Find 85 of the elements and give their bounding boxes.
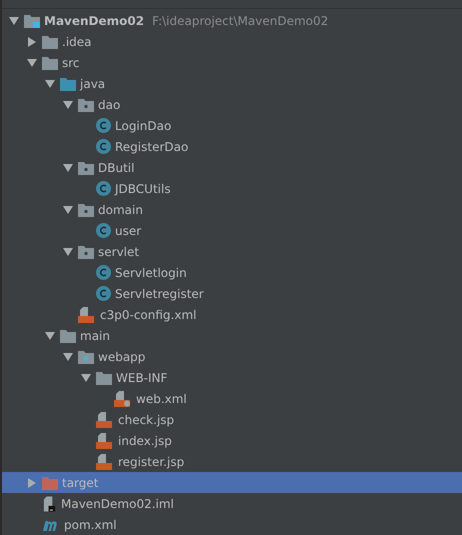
package-icon [78, 160, 94, 174]
tree-item[interactable]: check.jsp [2, 409, 462, 430]
jsp-file-icon [96, 432, 114, 448]
folder-icon [42, 476, 58, 490]
folder-icon [60, 76, 76, 90]
item-label: Servletregister [115, 286, 204, 300]
tree-item[interactable]: user [2, 220, 462, 241]
tree-item[interactable]: c3p0-config.xml [2, 304, 462, 325]
tree-item[interactable]: RegisterDao [2, 136, 462, 157]
expanded-arrow-icon[interactable] [27, 58, 37, 68]
folder-icon [42, 34, 58, 48]
item-label: LoginDao [115, 118, 172, 132]
tree-item[interactable]: pom.xml [2, 514, 462, 535]
folder-icon [78, 350, 94, 364]
item-label: user [115, 224, 142, 238]
jsp-file-icon [96, 454, 114, 470]
item-label: target [62, 476, 98, 490]
class-icon [96, 265, 111, 280]
item-label: Servletlogin [115, 266, 187, 280]
tree-item[interactable]: JDBCUtils [2, 178, 462, 199]
item-label: pom.xml [64, 518, 117, 532]
item-label: check.jsp [118, 412, 174, 426]
item-label: JDBCUtils [115, 182, 171, 196]
item-label: c3p0-config.xml [100, 308, 196, 322]
folder-icon [96, 370, 112, 384]
item-label: WEB-INF [116, 370, 168, 384]
tree-item[interactable]: dao [2, 94, 462, 115]
expanded-arrow-icon[interactable] [63, 352, 73, 362]
class-icon [96, 139, 111, 154]
class-icon [96, 223, 111, 238]
tree-item[interactable]: servlet [2, 241, 462, 262]
class-icon [96, 118, 111, 133]
project-path: F:\ideaproject\MavenDemo02 [152, 14, 328, 28]
package-icon [78, 244, 94, 258]
tree-item[interactable]: Servletlogin [2, 262, 462, 283]
tree-item[interactable]: MavenDemo02.iml [2, 493, 462, 514]
item-label: MavenDemo02 [44, 14, 144, 28]
expanded-arrow-icon[interactable] [63, 100, 73, 110]
item-label: servlet [98, 244, 140, 258]
tree-item[interactable]: LoginDao [2, 115, 462, 136]
item-label: RegisterDao [115, 140, 188, 154]
expanded-arrow-icon[interactable] [45, 330, 55, 340]
item-label: dao [98, 98, 120, 112]
item-label: java [80, 76, 106, 90]
tree-item[interactable]: main [2, 325, 462, 346]
item-label: web.xml [136, 392, 187, 406]
tree-item[interactable]: src [2, 52, 462, 73]
expanded-arrow-icon[interactable] [63, 162, 73, 172]
tree-item[interactable]: MavenDemo02 F:\ideaproject\MavenDemo02 [2, 10, 462, 31]
item-label: main [80, 328, 110, 342]
file-icon [42, 496, 57, 512]
expanded-arrow-icon[interactable] [81, 372, 91, 382]
tree-item[interactable]: index.jsp [2, 430, 462, 451]
class-icon [96, 181, 111, 196]
expanded-arrow-icon[interactable] [63, 204, 73, 214]
item-label: index.jsp [118, 434, 172, 448]
package-icon [78, 202, 94, 216]
xml-file-icon [78, 306, 96, 322]
package-icon [78, 98, 94, 112]
tree-item[interactable]: DButil [2, 157, 462, 178]
collapsed-arrow-icon[interactable] [27, 36, 37, 46]
item-label: .idea [62, 34, 92, 48]
module-folder-icon [24, 14, 40, 28]
item-label: domain [98, 202, 143, 216]
tree-item[interactable]: web.xml [2, 388, 462, 409]
xml-file-icon [114, 390, 132, 406]
expanded-arrow-icon[interactable] [63, 246, 73, 256]
tree-item[interactable]: Servletregister [2, 283, 462, 304]
item-label: DButil [98, 160, 134, 174]
tree-item[interactable]: java [2, 73, 462, 94]
tree-item[interactable]: domain [2, 199, 462, 220]
item-label: MavenDemo02.iml [61, 496, 174, 510]
tree-item[interactable]: webapp [2, 346, 462, 367]
tree-item[interactable]: .idea [2, 31, 462, 52]
expanded-arrow-icon[interactable] [45, 78, 55, 88]
folder-icon [60, 328, 76, 342]
class-icon [96, 286, 111, 301]
folder-icon [42, 56, 58, 70]
jsp-file-icon [96, 412, 114, 428]
tree-item[interactable]: register.jsp [2, 451, 462, 472]
item-label: webapp [98, 350, 146, 364]
expanded-arrow-icon[interactable] [9, 16, 19, 26]
item-label: src [62, 56, 80, 70]
item-label: register.jsp [118, 454, 184, 468]
tree-item[interactable]: WEB-INF [2, 367, 462, 388]
